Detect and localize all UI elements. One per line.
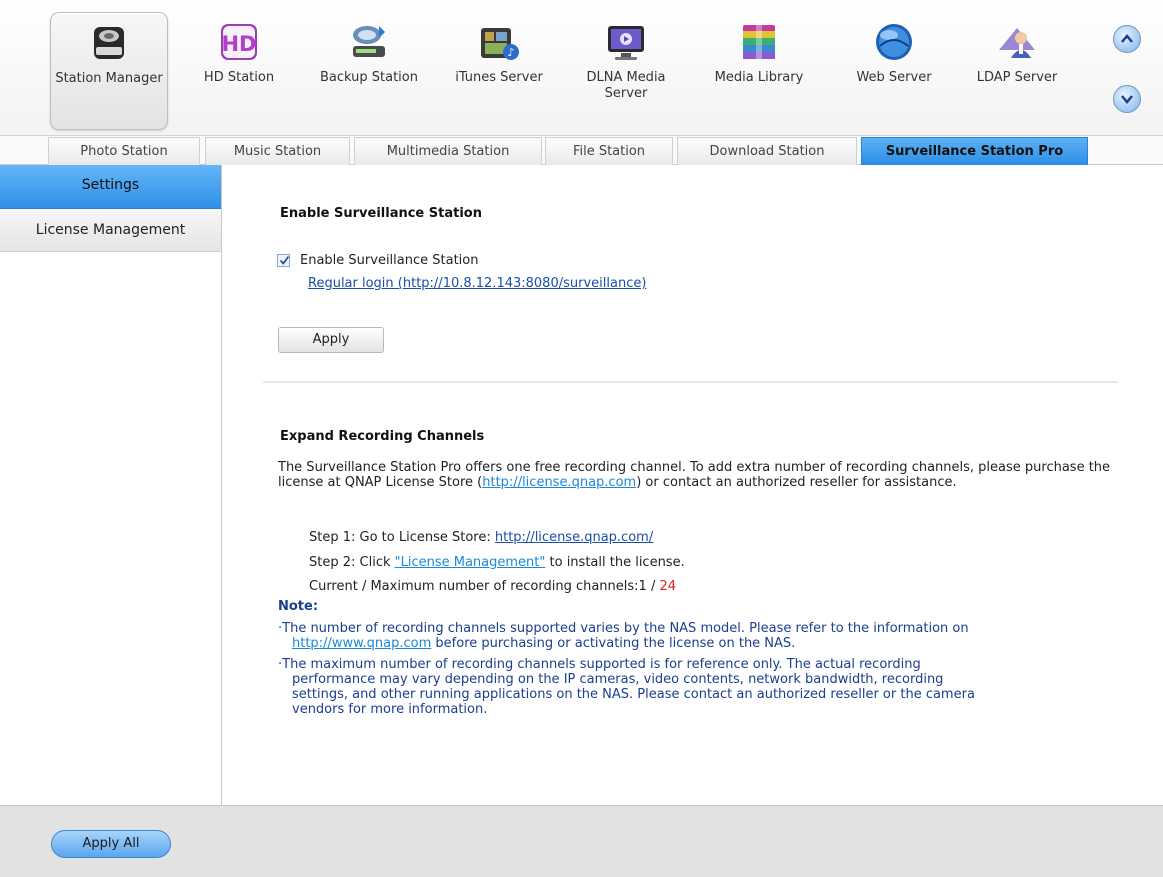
app-label: Media Library: [714, 70, 804, 85]
section-divider: [263, 381, 1118, 383]
enable-checkbox-row: Enable Surveillance Station: [277, 251, 478, 269]
app-label: Backup Station: [319, 70, 418, 85]
step-2-text-end: to install the license.: [545, 555, 685, 570]
note-1-line-2: http://www.qnap.com before purchasing or…: [278, 636, 1138, 651]
step-1: Step 1: Go to License Store: http://lice…: [309, 530, 653, 545]
sidebar-item-license-management[interactable]: License Management: [0, 209, 221, 252]
note-2: ·The maximum number of recording channel…: [278, 657, 1138, 717]
enable-checkbox-label: Enable Surveillance Station: [300, 252, 479, 268]
app-label: LDAP Server: [976, 70, 1058, 85]
tab-photo-station[interactable]: Photo Station: [48, 137, 200, 165]
step-2-text-start: Step 2: Click: [309, 555, 395, 570]
license-store-link[interactable]: http://license.qnap.com: [482, 475, 636, 490]
app-label: HD Station: [203, 70, 275, 85]
backup-station-icon: [353, 26, 385, 57]
description-text-end: ) or contact an authorized reseller for …: [636, 475, 957, 490]
channel-separator: /: [646, 579, 660, 594]
note-2-line-1: ·The maximum number of recording channel…: [278, 657, 921, 672]
tab-download-station[interactable]: Download Station: [677, 137, 857, 165]
enable-surveillance-checkbox[interactable]: [277, 253, 290, 267]
chevron-up-icon: [1121, 34, 1133, 43]
note-2-line-2: performance may vary depending on the IP…: [292, 672, 944, 687]
note-1-line-2-text: before purchasing or activating the lice…: [431, 636, 796, 651]
step-1-text: Step 1: Go to License Store:: [309, 530, 495, 545]
tab-music-station[interactable]: Music Station: [205, 137, 350, 165]
channel-count-label: Current / Maximum number of recording ch…: [309, 579, 639, 594]
app-media-library[interactable]: Media Library: [700, 12, 818, 130]
dlna-media-server-icon: [608, 26, 644, 60]
apply-all-button[interactable]: Apply All: [51, 830, 171, 858]
app-dlna-media-server[interactable]: DLNA Media Server: [567, 12, 685, 130]
app-label: Web Server: [856, 70, 932, 85]
app-toolbar: Station Manager HD HD Station Backup Sta…: [0, 0, 1163, 136]
scroll-up-button[interactable]: [1113, 25, 1141, 53]
enable-section-title: Enable Surveillance Station: [280, 206, 482, 221]
note-1: ·The number of recording channels suppor…: [278, 621, 1138, 651]
hd-station-icon: HD: [221, 24, 257, 60]
license-management-link[interactable]: "License Management": [395, 555, 546, 570]
step-1-link[interactable]: http://license.qnap.com/: [495, 530, 653, 545]
note-1-line-1: ·The number of recording channels suppor…: [278, 621, 969, 636]
expand-description: The Surveillance Station Pro offers one …: [278, 460, 1128, 490]
checkmark-icon: [279, 255, 290, 265]
tab-multimedia-station[interactable]: Multimedia Station: [354, 137, 542, 165]
settings-panel: Enable Surveillance Station Enable Surve…: [223, 165, 1163, 805]
app-label: iTunes Server: [455, 70, 543, 85]
qnap-website-link[interactable]: http://www.qnap.com: [292, 636, 431, 651]
tab-surveillance-station-pro[interactable]: Surveillance Station Pro: [861, 137, 1088, 165]
expand-section-title: Expand Recording Channels: [280, 429, 485, 444]
footer-bar: Apply All: [0, 805, 1163, 877]
app-hd-station[interactable]: HD HD Station: [180, 12, 298, 130]
max-channels-value: 24: [659, 579, 677, 594]
tab-file-station[interactable]: File Station: [545, 137, 673, 165]
itunes-server-icon: ♪: [481, 28, 519, 60]
apply-button[interactable]: Apply: [278, 327, 384, 353]
sidebar-item-settings[interactable]: Settings: [0, 165, 221, 209]
station-tabs: Photo Station Music Station Multimedia S…: [0, 136, 1163, 165]
app-label: DLNA Media Server: [586, 70, 666, 101]
ldap-server-icon: [999, 28, 1035, 58]
note-2-line-4: vendors for more information.: [292, 702, 488, 717]
regular-login-link[interactable]: Regular login (http://10.8.12.143:8080/s…: [308, 276, 646, 291]
media-library-icon: [743, 25, 775, 59]
step-2: Step 2: Click "License Management" to in…: [309, 555, 685, 570]
current-channels-value: 1: [638, 579, 647, 594]
app-backup-station[interactable]: Backup Station: [310, 12, 428, 130]
sidebar: Settings License Management: [0, 165, 222, 805]
chevron-down-icon: [1121, 95, 1133, 104]
note-heading: Note:: [278, 599, 319, 614]
app-itunes-server[interactable]: ♪ iTunes Server: [440, 12, 558, 130]
app-label: Station Manager: [55, 71, 163, 86]
app-station-manager[interactable]: Station Manager: [50, 12, 168, 130]
scroll-down-button[interactable]: [1113, 85, 1141, 113]
svg-text:HD: HD: [221, 32, 256, 56]
svg-text:♪: ♪: [507, 46, 514, 59]
station-manager-icon: [94, 27, 124, 59]
app-ldap-server[interactable]: LDAP Server: [958, 12, 1076, 130]
note-2-line-3: settings, and other running applications…: [292, 687, 975, 702]
channel-count: Current / Maximum number of recording ch…: [309, 579, 676, 594]
web-server-icon: [876, 24, 912, 60]
app-web-server[interactable]: Web Server: [835, 12, 953, 130]
